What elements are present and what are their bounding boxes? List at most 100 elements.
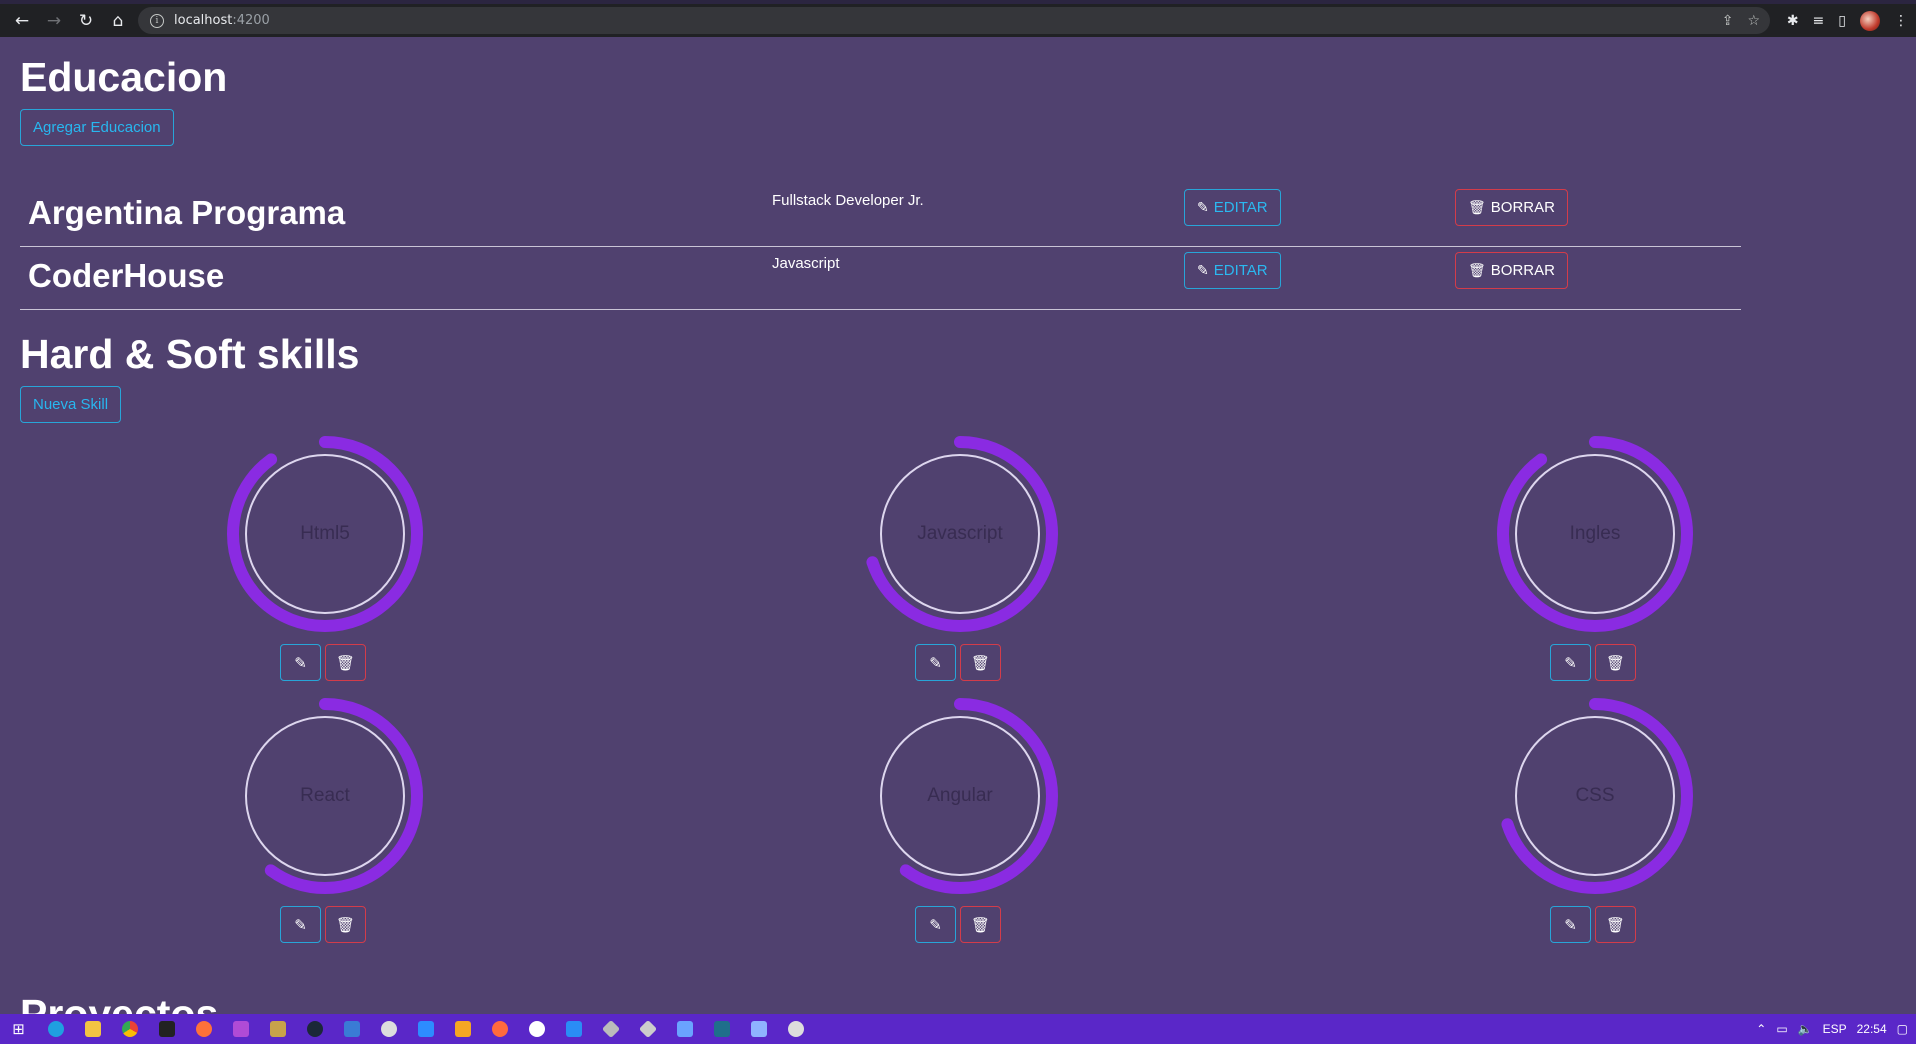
edu-description: Javascript xyxy=(772,255,840,272)
extensions-icon[interactable]: ✱ xyxy=(1787,13,1799,29)
skill-name: CSS xyxy=(1575,785,1615,806)
site-info-icon[interactable]: i xyxy=(150,13,164,28)
edit-skill-button[interactable]: ✎ xyxy=(280,906,321,943)
media-list-icon[interactable]: ≡ xyxy=(1813,13,1825,29)
app-icon[interactable] xyxy=(518,1014,555,1044)
app-icon[interactable] xyxy=(777,1014,814,1044)
skill-card: Html5 ✎ 🗑 xyxy=(225,434,425,684)
edit-button[interactable]: ✎ EDITAR xyxy=(1184,252,1281,289)
share-icon[interactable]: ⇪ xyxy=(1722,13,1734,29)
address-bar[interactable]: i localhost:4200 ⇪ ☆ xyxy=(138,7,1770,34)
trash-icon: 🗑 xyxy=(335,915,356,934)
forward-icon[interactable]: → xyxy=(38,4,70,37)
app-icon[interactable] xyxy=(444,1014,481,1044)
edu-row: CoderHouse Javascript ✎ EDITAR 🗑 BORRAR xyxy=(20,247,1741,310)
delete-skill-button[interactable]: 🗑 xyxy=(325,906,366,943)
edu-title: Argentina Programa xyxy=(28,194,346,231)
edit-label: EDITAR xyxy=(1213,262,1268,279)
edit-label: EDITAR xyxy=(1213,199,1268,216)
delete-skill-button[interactable]: 🗑 xyxy=(960,906,1001,943)
browser-toolbar: ← → ↻ ⌂ i localhost:4200 ⇪ ☆ ✱ ≡ ▯ ⋮ xyxy=(0,4,1916,37)
edit-skill-button[interactable]: ✎ xyxy=(915,906,956,943)
terminal-icon[interactable] xyxy=(148,1014,185,1044)
delete-button[interactable]: 🗑 BORRAR xyxy=(1455,252,1568,289)
trash-icon: 🗑 xyxy=(1605,915,1626,934)
app-icon[interactable] xyxy=(222,1014,259,1044)
pencil-icon: ✎ xyxy=(294,915,307,934)
app-icon[interactable] xyxy=(333,1014,370,1044)
clock[interactable]: 22:54 xyxy=(1857,1022,1887,1036)
skill-name: React xyxy=(300,785,350,806)
skill-name: Javascript xyxy=(917,523,1003,544)
profile-avatar[interactable] xyxy=(1860,10,1880,31)
trash-icon: 🗑 xyxy=(1468,262,1486,278)
add-educacion-button[interactable]: Agregar Educacion xyxy=(20,109,174,146)
app-icon[interactable] xyxy=(407,1014,444,1044)
skill-card: CSS ✎ 🗑 xyxy=(1495,696,1695,946)
app-icon[interactable] xyxy=(370,1014,407,1044)
app-icon[interactable] xyxy=(481,1014,518,1044)
back-icon[interactable]: ← xyxy=(6,4,38,37)
trash-icon: 🗑 xyxy=(1468,199,1486,215)
edit-skill-button[interactable]: ✎ xyxy=(915,644,956,681)
firefox-icon[interactable] xyxy=(185,1014,222,1044)
delete-skill-button[interactable]: 🗑 xyxy=(960,644,1001,681)
edit-skill-button[interactable]: ✎ xyxy=(1550,906,1591,943)
edge-icon[interactable] xyxy=(37,1014,74,1044)
chevron-up-icon[interactable]: ⌃ xyxy=(1756,1022,1766,1036)
skill-name: Ingles xyxy=(1569,523,1621,544)
reload-icon[interactable]: ↻ xyxy=(70,4,102,37)
skills-title: Hard & Soft skills xyxy=(20,331,360,377)
proyectos-title: Proyectos xyxy=(20,991,219,1014)
add-skill-button[interactable]: Nueva Skill xyxy=(20,386,122,423)
delete-button[interactable]: 🗑 BORRAR xyxy=(1455,189,1568,226)
page-content: Educacion Agregar Educacion Argentina Pr… xyxy=(0,37,1900,1014)
git-icon[interactable] xyxy=(629,1014,666,1044)
edit-skill-button[interactable]: ✎ xyxy=(1550,644,1591,681)
delete-skill-button[interactable]: 🗑 xyxy=(325,644,366,681)
app-icon[interactable] xyxy=(666,1014,703,1044)
edu-row: Argentina Programa Fullstack Developer J… xyxy=(20,184,1741,247)
url-host: localhost xyxy=(174,13,233,28)
edit-button[interactable]: ✎ EDITAR xyxy=(1184,189,1281,226)
skill-name: Angular xyxy=(927,785,993,806)
vscode-icon[interactable] xyxy=(555,1014,592,1044)
pencil-icon: ✎ xyxy=(1197,262,1209,278)
edit-skill-button[interactable]: ✎ xyxy=(280,644,321,681)
url-port: :4200 xyxy=(232,13,270,28)
menu-kebab-icon[interactable]: ⋮ xyxy=(1894,13,1908,29)
chrome-icon[interactable] xyxy=(111,1014,148,1044)
skill-name: Html5 xyxy=(300,523,350,544)
file-explorer-icon[interactable] xyxy=(74,1014,111,1044)
skill-card: Ingles ✎ 🗑 xyxy=(1495,434,1695,684)
pencil-icon: ✎ xyxy=(1564,915,1577,934)
system-tray: ⌃ ▭ 🔈 ESP 22:54 ▢ xyxy=(1756,1014,1908,1044)
pencil-icon: ✎ xyxy=(294,653,307,672)
app-icon[interactable] xyxy=(740,1014,777,1044)
pencil-icon: ✎ xyxy=(929,653,942,672)
delete-skill-button[interactable]: 🗑 xyxy=(1595,906,1636,943)
steam-icon[interactable] xyxy=(296,1014,333,1044)
volume-icon[interactable]: 🔈 xyxy=(1798,1022,1813,1036)
notification-icon[interactable]: ▢ xyxy=(1897,1022,1908,1036)
git-icon[interactable] xyxy=(592,1014,629,1044)
trash-icon: 🗑 xyxy=(1605,653,1626,672)
trash-icon: 🗑 xyxy=(970,653,991,672)
network-icon[interactable]: ▭ xyxy=(1776,1022,1787,1036)
delete-label: BORRAR xyxy=(1490,262,1555,279)
windows-start-icon[interactable]: ⊞ xyxy=(0,1014,37,1044)
page-scrollbar[interactable] xyxy=(1900,37,1916,1014)
edu-description: Fullstack Developer Jr. xyxy=(772,192,924,209)
side-panel-icon[interactable]: ▯ xyxy=(1838,13,1846,29)
pencil-icon: ✎ xyxy=(929,915,942,934)
trash-icon: 🗑 xyxy=(335,653,356,672)
bookmark-star-icon[interactable]: ☆ xyxy=(1747,13,1760,29)
pencil-icon: ✎ xyxy=(1197,199,1209,215)
skill-card: React ✎ 🗑 xyxy=(225,696,425,946)
home-icon[interactable]: ⌂ xyxy=(102,4,134,37)
app-icon[interactable] xyxy=(259,1014,296,1044)
language-indicator[interactable]: ESP xyxy=(1823,1022,1847,1036)
delete-skill-button[interactable]: 🗑 xyxy=(1595,644,1636,681)
pencil-icon: ✎ xyxy=(1564,653,1577,672)
app-icon[interactable] xyxy=(703,1014,740,1044)
